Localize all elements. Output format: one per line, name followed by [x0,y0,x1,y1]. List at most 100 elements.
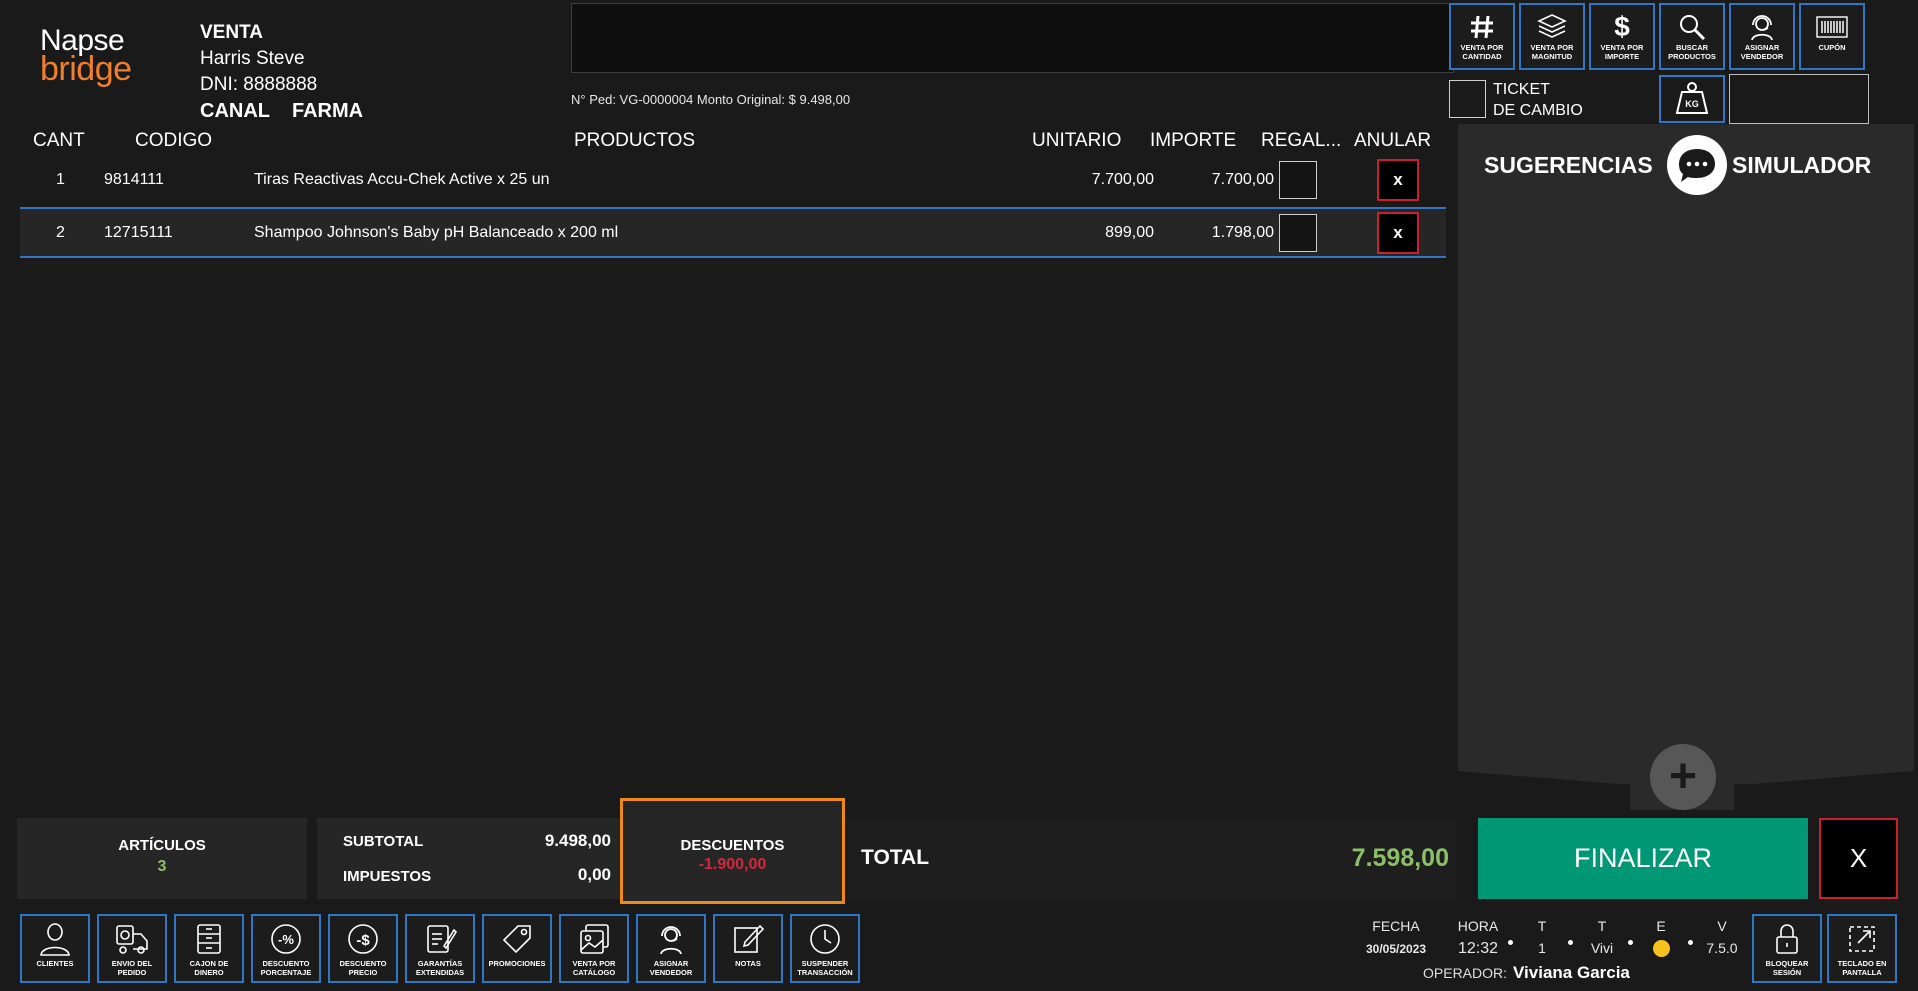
status-fecha: FECHA 30/05/2023 [1360,918,1432,956]
certificate-icon [423,919,457,959]
col-anular: ANULAR [1354,130,1432,151]
tb-label: VENTA POR IMPORTE [1600,43,1644,61]
headset-icon [1747,11,1777,43]
sugerencias-tab[interactable]: SUGERENCIAS [1484,152,1653,179]
impuestos-value: 0,00 [577,865,611,884]
descuento-porcentaje-button[interactable]: -% DESCUENTO PORCENTAJE [251,914,321,983]
total-box: TOTAL 7.598,00 [845,818,1457,899]
venta-por-magnitud-button[interactable]: VENTA POR MAGNITUD [1519,3,1585,70]
bb-label: SUSPENDER TRANSACCIÓN [797,959,853,977]
table-row[interactable]: 2 12715111 Shampoo Johnson's Baby pH Bal… [20,207,1446,258]
status-t1: T 1 [1530,918,1554,956]
expand-icon [1846,919,1878,959]
venta-por-cantidad-button[interactable]: VENTA POR CANTIDAD [1449,3,1515,70]
bb-label: BLOQUEAR SESIÓN [1765,959,1809,977]
promociones-button[interactable]: PROMOCIONES [482,914,552,983]
descuento-precio-button[interactable]: -$ DESCUENTO PRECIO [328,914,398,983]
channel: CANAL FARMA [200,98,385,124]
venta-por-importe-button[interactable]: $ VENTA POR IMPORTE [1589,3,1655,70]
subtotal-label: SUBTOTAL [343,833,424,850]
articulos-label: ARTÍCULOS [118,837,206,854]
t1-value: 1 [1538,940,1546,956]
row-producto: Tiras Reactivas Accu-Chek Active x 25 un [254,170,550,188]
notas-button[interactable]: NOTAS [713,914,783,983]
descuentos-box[interactable]: DESCUENTOS -1.900,00 [620,798,845,904]
bloquear-sesion-button[interactable]: BLOQUEAR SESIÓN [1752,914,1822,983]
dollar-icon: $ [1614,11,1630,42]
impuestos-label: IMPUESTOS [343,868,432,885]
bb-label: TECLADO EN PANTALLA [1837,959,1887,977]
scan-input[interactable] [571,3,1454,73]
kg-label: KG [1685,99,1699,109]
finalizar-button[interactable]: FINALIZAR [1478,818,1808,899]
tb-label: BUSCAR PRODUCTOS [1668,43,1716,61]
status-dot [1628,940,1633,945]
cancel-button[interactable]: X [1819,818,1898,899]
venta-catalogo-button[interactable]: VENTA POR CATÁLOGO [559,914,629,983]
operador: OPERADOR: Viviana Garcia [1423,963,1630,983]
chat-icon[interactable] [1667,135,1727,195]
sale-title: VENTA [200,22,263,43]
operador-value: Viviana Garcia [1513,963,1630,982]
channel-value: FARMA [292,100,364,122]
t2-value: Vivi [1590,940,1614,956]
regalo-checkbox[interactable] [1279,213,1317,252]
row-producto: Shampoo Johnson's Baby pH Balanceado x 2… [254,223,619,241]
lock-icon [1772,919,1802,959]
col-unitario: UNITARIO [1032,130,1122,151]
cajon-dinero-button[interactable]: CAJON DE DINERO [174,914,244,983]
table-row[interactable]: 1 9814111 Tiras Reactivas Accu-Chek Acti… [20,154,1446,205]
v-label: V [1717,918,1727,934]
logo-bridge: bridge [40,50,132,88]
envio-pedido-button[interactable]: ENVIO DEL PEDIDO [97,914,167,983]
anular-button[interactable]: x [1377,211,1419,254]
total-label: TOTAL [861,846,930,869]
bb-label: NOTAS [735,959,761,968]
col-regalo: REGAL... [1261,130,1342,151]
bb-label: ASIGNAR VENDEDOR [649,959,693,977]
garantias-extendidas-button[interactable]: GARANTÍAS EXTENDIDAS [405,914,475,983]
weight-icon: KG [1675,82,1709,114]
sale-info: VENTA Harris Steve DNI: 8888888 CANAL FAR… [200,20,385,124]
channel-label: CANAL [200,100,270,122]
cupon-button[interactable]: CUPÓN [1799,3,1865,70]
e-label: E [1656,918,1666,934]
customer-dni: DNI: 8888888 [200,74,318,95]
ticket-line2: DE CAMBIO [1493,102,1583,119]
status-dot [1508,940,1513,945]
barcode-icon [1816,11,1848,43]
dollar-circle-icon: -$ [346,919,380,959]
search-icon [1677,11,1707,43]
bb-label: DESCUENTO PRECIO [339,959,387,977]
status-e: E [1648,918,1674,957]
catalog-icon [577,919,611,959]
col-codigo: CODIGO [135,130,213,151]
row-codigo: 12715111 [104,223,173,241]
asignar-vendedor-top-button[interactable]: ASIGNAR VENDEDOR [1729,3,1795,70]
info-box [1729,74,1869,124]
col-cant: CANT [33,130,85,151]
bb-label: GARANTÍAS EXTENDIDAS [415,959,465,977]
bb-label: CLIENTES [36,959,74,968]
ticket-cambio-checkbox[interactable] [1449,80,1486,118]
bb-label: CAJON DE DINERO [189,959,229,977]
v-value: 7.5.0 [1706,940,1738,956]
regalo-checkbox[interactable] [1279,160,1317,199]
add-button[interactable]: + [1650,744,1716,810]
simulador-tab[interactable]: SIMULADOR [1732,152,1871,179]
scale-kg-button[interactable]: KG [1659,75,1725,123]
row-cant: 2 [56,223,65,241]
buscar-productos-button[interactable]: BUSCAR PRODUCTOS [1659,3,1725,70]
asignar-vendedor-button[interactable]: ASIGNAR VENDEDOR [636,914,706,983]
teclado-pantalla-button[interactable]: TECLADO EN PANTALLA [1827,914,1897,983]
suspender-transaccion-button[interactable]: SUSPENDER TRANSACCIÓN [790,914,860,983]
clientes-button[interactable]: CLIENTES [20,914,90,983]
row-codigo: 9814111 [104,170,164,188]
fecha-value: 30/05/2023 [1365,942,1427,956]
notes-icon [732,919,764,959]
total-value: 7.598,00 [1351,844,1449,872]
anular-button[interactable]: x [1377,158,1419,201]
tb-label: VENTA POR CANTIDAD [1460,43,1504,61]
clock-icon [808,919,842,959]
bb-label: ENVIO DEL PEDIDO [111,959,153,977]
